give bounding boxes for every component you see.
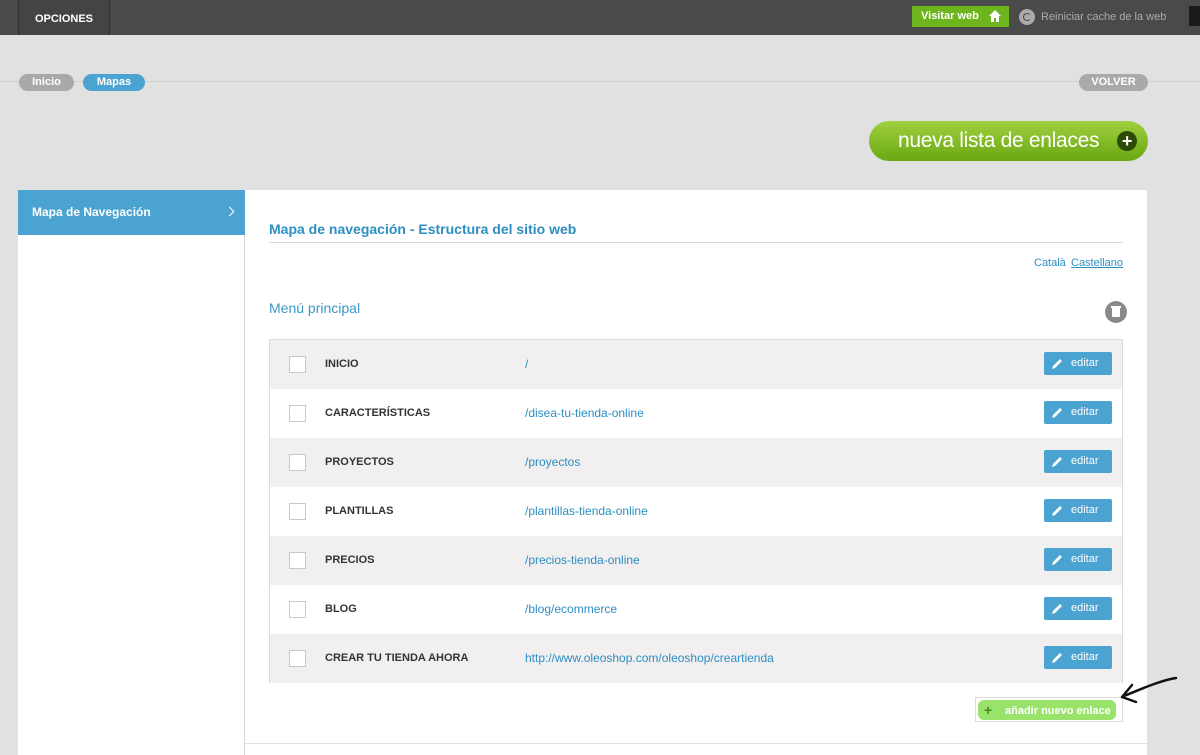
link-name: PRECIOS [325,554,375,566]
row-checkbox[interactable] [289,601,306,618]
nueva-lista-label: nueva lista de enlaces [898,129,1100,152]
sidebar: Mapa de Navegación [18,190,245,755]
edit-label: editar [1071,455,1099,467]
breadcrumb-mapas[interactable]: Mapas [83,74,145,91]
row-checkbox[interactable] [289,405,306,422]
breadcrumb-divider [0,81,1200,82]
breadcrumb-inicio[interactable]: Inicio [19,74,74,91]
pencil-icon [1052,408,1062,418]
pencil-icon [1052,555,1062,565]
lang-catala-link[interactable]: Català [1034,257,1066,269]
pencil-icon [1052,457,1062,467]
list-item: PLANTILLAS /plantillas-tienda-online edi… [270,487,1122,536]
top-bar: OPCIONES Visitar web Reiniciar cache de … [0,0,1200,35]
list-item: PROYECTOS /proyectos editar [270,438,1122,487]
title-divider [269,242,1123,243]
add-new-link-button[interactable]: + añadir nuevo enlace [975,697,1123,722]
home-icon [989,10,1001,22]
plus-circle-icon: + [1117,131,1137,151]
list-item: CARACTERÍSTICAS /disea-tu-tienda-online … [270,389,1122,438]
edit-button[interactable]: editar [1044,646,1112,669]
row-checkbox[interactable] [289,503,306,520]
edit-label: editar [1071,406,1099,418]
lang-castellano-link[interactable]: Castellano [1071,257,1123,269]
edit-button[interactable]: editar [1044,352,1112,375]
sidebar-item-mapa-navegacion[interactable]: Mapa de Navegación [18,190,245,235]
link-url[interactable]: /proyectos [525,455,580,469]
link-url[interactable]: /blog/ecommerce [525,602,617,616]
list-item: INICIO / editar [270,340,1122,389]
visitar-web-button[interactable]: Visitar web [912,6,1009,27]
link-name: CREAR TU TIENDA AHORA [325,652,469,664]
opciones-menu[interactable]: OPCIONES [18,0,110,35]
link-name: INICIO [325,358,359,370]
topbar-edge-block [1189,6,1200,26]
edit-label: editar [1071,553,1099,565]
row-checkbox[interactable] [289,650,306,667]
edit-label: editar [1071,651,1099,663]
refresh-icon [1019,9,1035,25]
link-name: PROYECTOS [325,456,394,468]
edit-button[interactable]: editar [1044,450,1112,473]
links-list: INICIO / editar CARACTERÍSTICAS /disea-t… [269,339,1123,683]
pencil-icon [1052,653,1062,663]
edit-button[interactable]: editar [1044,548,1112,571]
edit-label: editar [1071,504,1099,516]
list-item: CREAR TU TIENDA AHORA http://www.oleosho… [270,634,1122,683]
sidebar-item-label: Mapa de Navegación [32,205,151,219]
link-url[interactable]: / [525,357,528,371]
page-title: Mapa de navegación - Estructura del siti… [269,221,577,237]
link-url[interactable]: http://www.oleoshop.com/oleoshop/crearti… [525,651,774,665]
link-url[interactable]: /plantillas-tienda-online [525,504,648,518]
menu-title: Menú principal [269,300,361,316]
add-new-link-label: añadir nuevo enlace [1005,705,1111,717]
list-item: BLOG /blog/ecommerce editar [270,585,1122,634]
row-checkbox[interactable] [289,552,306,569]
link-url[interactable]: /disea-tu-tienda-online [525,406,644,420]
chevron-right-icon [224,206,235,217]
row-checkbox[interactable] [289,454,306,471]
nueva-lista-button[interactable]: nueva lista de enlaces + [869,121,1148,161]
reiniciar-cache-link[interactable]: Reiniciar cache de la web [1019,9,1166,25]
link-name: CARACTERÍSTICAS [325,407,431,419]
volver-button[interactable]: VOLVER [1079,74,1148,91]
edit-label: editar [1071,602,1099,614]
hand-drawn-arrow-icon [1120,676,1178,704]
panel-bottom-border [245,743,1147,744]
link-name: PLANTILLAS [325,505,394,517]
edit-label: editar [1071,357,1099,369]
reiniciar-cache-label: Reiniciar cache de la web [1041,11,1167,23]
pencil-icon [1052,506,1062,516]
edit-button[interactable]: editar [1044,597,1112,620]
visitar-web-label: Visitar web [921,10,979,22]
trash-icon[interactable] [1105,301,1127,323]
plus-icon: + [984,702,993,718]
edit-button[interactable]: editar [1044,401,1112,424]
pencil-icon [1052,604,1062,614]
main-panel: Mapa de navegación - Estructura del siti… [245,190,1147,755]
row-checkbox[interactable] [289,356,306,373]
list-item: PRECIOS /precios-tienda-online editar [270,536,1122,585]
link-name: BLOG [325,603,357,615]
link-url[interactable]: /precios-tienda-online [525,553,640,567]
pencil-icon [1052,359,1062,369]
edit-button[interactable]: editar [1044,499,1112,522]
